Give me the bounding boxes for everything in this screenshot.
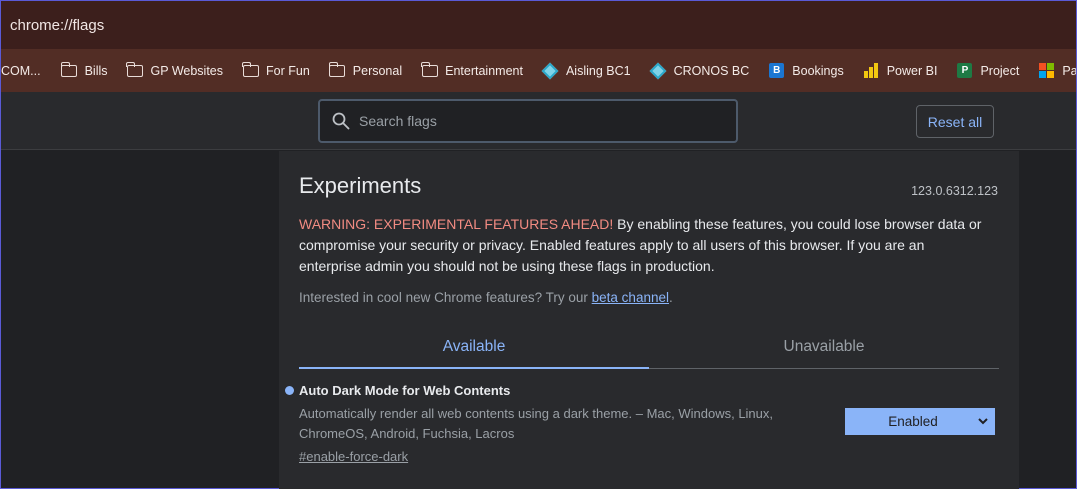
flag-state-value: Enabled [888, 414, 938, 429]
bookmark-label: Personal [352, 63, 403, 78]
folder-icon [241, 61, 259, 79]
folder-icon [421, 61, 438, 79]
beta-channel-link[interactable]: beta channel [592, 290, 669, 305]
bookmark-label: Power BI [886, 63, 938, 78]
bookmark-label: Partner [1062, 63, 1076, 78]
project-icon: P [956, 63, 973, 79]
bookmark-label: Project [980, 63, 1020, 78]
power-bi-icon [863, 63, 880, 79]
url-text[interactable]: chrome://flags [10, 17, 104, 34]
modified-indicator-icon [285, 386, 294, 395]
version-label: 123.0.6312.123 [911, 184, 998, 198]
bookmark-folder-entertainment[interactable]: Entertainment [421, 61, 523, 79]
beta-promo: Interested in cool new Chrome features? … [299, 290, 673, 305]
flag-state-select[interactable]: Enabled [845, 408, 995, 435]
bookmark-aisling-bc1[interactable]: Aisling BC1 [541, 62, 631, 79]
folder-icon [60, 61, 78, 79]
business-central-icon [649, 62, 667, 79]
search-box[interactable] [318, 99, 738, 143]
flag-anchor-link[interactable]: #enable-force-dark [299, 449, 408, 464]
flag-description: Automatically render all web contents us… [299, 406, 774, 441]
bookmark-com[interactable]: COM... [1, 64, 41, 78]
bookmark-bookings[interactable]: B Bookings [768, 63, 844, 79]
bookmark-project[interactable]: P Project [956, 63, 1019, 79]
folder-icon [126, 61, 144, 79]
bookmark-label: GP Websites [150, 63, 224, 78]
flags-header: Reset all [1, 92, 1076, 150]
folder-icon [328, 61, 346, 79]
bookings-icon: B [768, 63, 785, 79]
bookmark-power-bi[interactable]: Power BI [863, 63, 938, 79]
search-input[interactable] [359, 113, 699, 129]
tab-bar: Available Unavailable [299, 327, 999, 369]
bookmarks-bar: COM... Bills GP Websites For Fun Persona… [1, 49, 1076, 92]
tab-available[interactable]: Available [299, 327, 649, 369]
page-title: Experiments [299, 173, 422, 198]
address-bar[interactable]: chrome://flags [1, 1, 1076, 49]
experiments-panel: Experiments 123.0.6312.123 WARNING: EXPE… [279, 151, 1019, 489]
microsoft-icon [1038, 63, 1055, 79]
flag-item: Auto Dark Mode for Web Contents Automati… [285, 383, 999, 466]
flag-title: Auto Dark Mode for Web Contents [299, 383, 511, 398]
bookmark-partner[interactable]: Partner [1038, 63, 1076, 79]
chevron-down-icon [978, 418, 988, 425]
warning-prefix: WARNING: EXPERIMENTAL FEATURES AHEAD! [299, 216, 614, 232]
bookmark-label: Entertainment [445, 63, 523, 78]
bookmark-label: Bookings [792, 63, 844, 78]
bookmark-label: Aisling BC1 [565, 63, 631, 78]
bookmark-folder-bills[interactable]: Bills [60, 61, 108, 79]
warning-text: WARNING: EXPERIMENTAL FEATURES AHEAD! By… [299, 214, 989, 277]
bookmark-folder-personal[interactable]: Personal [328, 61, 403, 79]
bookmark-label: For Fun [266, 63, 310, 78]
business-central-icon [541, 62, 559, 79]
tab-unavailable[interactable]: Unavailable [649, 327, 999, 368]
bookmark-label: CRONOS BC [673, 63, 750, 78]
bookmark-label: COM... [1, 63, 41, 78]
beta-promo-end: . [668, 290, 673, 305]
bookmark-folder-for-fun[interactable]: For Fun [241, 61, 310, 79]
search-icon [332, 112, 350, 130]
reset-all-button[interactable]: Reset all [916, 105, 994, 138]
bookmark-folder-gp-websites[interactable]: GP Websites [126, 61, 224, 79]
beta-promo-text: Interested in cool new Chrome features? … [299, 290, 592, 305]
bookmark-cronos-bc[interactable]: CRONOS BC [649, 62, 750, 79]
bookmark-label: Bills [84, 63, 108, 78]
